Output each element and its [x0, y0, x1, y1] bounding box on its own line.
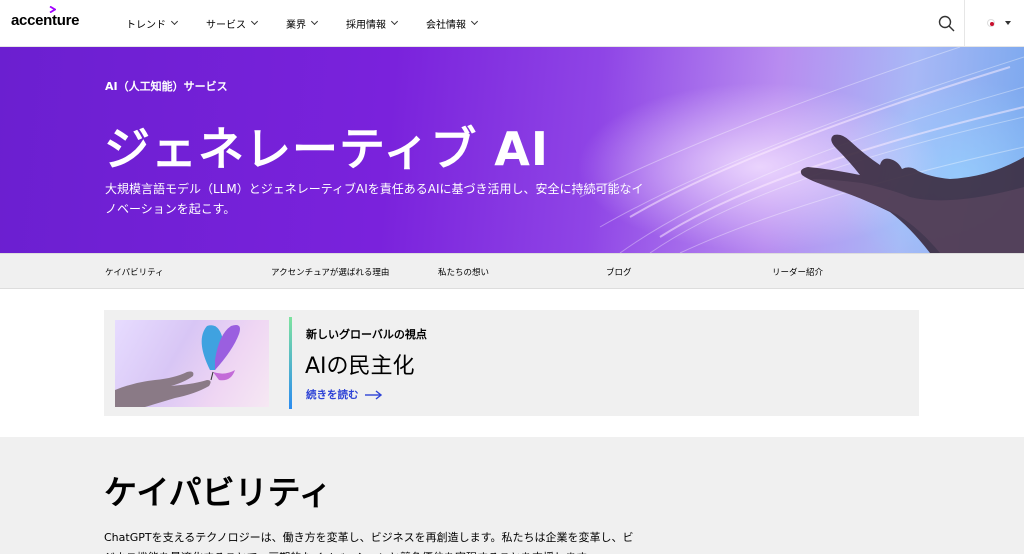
subnav-item-why-accenture[interactable]: アクセンチュアが選ばれる理由: [271, 266, 389, 278]
accenture-logo[interactable]: accenture: [11, 12, 79, 29]
hero-banner: AI（人工知能）サービス ジェネレーティブ AI 大規模言語モデル（LLM）とジ…: [0, 47, 1024, 253]
capabilities-body: ChatGPTを支えるテクノロジーは、働き方を変革し、ビジネスを再創造します。私…: [104, 531, 634, 554]
nav-item-trend[interactable]: トレンド: [126, 16, 179, 31]
nav-item-label: 会社情報: [426, 19, 466, 31]
header-divider: [964, 0, 965, 46]
nav-item-label: 業界: [286, 19, 306, 31]
section-subnav: ケイパビリティ アクセンチュアが選ばれる理由 私たちの想い ブログ リーダー紹介: [0, 253, 1024, 289]
nav-item-industries[interactable]: 業界: [286, 16, 319, 31]
logo-chevron-icon: [49, 6, 56, 13]
read-more-link[interactable]: 続きを読む: [306, 387, 383, 402]
nav-item-label: サービス: [206, 19, 246, 31]
butterfly-hand-illustration: [115, 325, 240, 407]
capabilities-heading: ケイパビリティ: [104, 473, 332, 512]
hero-eyebrow: AI（人工知能）サービス: [105, 80, 228, 93]
nav-item-label: 採用情報: [346, 19, 386, 31]
search-icon[interactable]: [938, 15, 955, 32]
chevron-down-icon: [310, 17, 319, 26]
nav-item-careers[interactable]: 採用情報: [346, 16, 399, 31]
japan-flag-icon[interactable]: [987, 19, 995, 27]
arrow-right-icon: [364, 389, 382, 400]
caret-down-icon[interactable]: [1005, 21, 1011, 25]
butterfly-image: [115, 320, 269, 407]
chevron-down-icon: [470, 17, 479, 26]
site-header: accenture トレンド サービス 業界 採用情報 会社情報: [0, 0, 1024, 47]
nav-item-company[interactable]: 会社情報: [426, 16, 479, 31]
promo-accent-bar: [289, 317, 292, 409]
hero-title: ジェネレーティブ AI: [104, 122, 549, 176]
subnav-item-leaders[interactable]: リーダー紹介: [772, 266, 823, 278]
promo-title: AIの民主化: [305, 354, 415, 379]
main-nav: トレンド サービス 業界 採用情報 会社情報: [126, 0, 506, 46]
nav-item-services[interactable]: サービス: [206, 16, 259, 31]
chevron-down-icon: [170, 17, 179, 26]
promo-card[interactable]: 新しいグローバルの視点 AIの民主化 続きを読む: [104, 310, 919, 416]
hand-image: [800, 134, 1024, 253]
nav-item-label: トレンド: [126, 19, 166, 31]
chevron-down-icon: [390, 17, 399, 26]
subnav-item-capabilities[interactable]: ケイパビリティ: [105, 266, 164, 278]
read-more-label: 続きを読む: [306, 389, 359, 401]
subnav-item-our-thinking[interactable]: 私たちの想い: [438, 266, 489, 278]
promo-eyebrow: 新しいグローバルの視点: [306, 328, 427, 341]
hero-description: 大規模言語モデル（LLM）とジェネレーティブAIを責任あるAIに基づき活用し、安…: [105, 182, 644, 216]
subnav-item-blog[interactable]: ブログ: [606, 266, 632, 278]
chevron-down-icon: [250, 17, 259, 26]
